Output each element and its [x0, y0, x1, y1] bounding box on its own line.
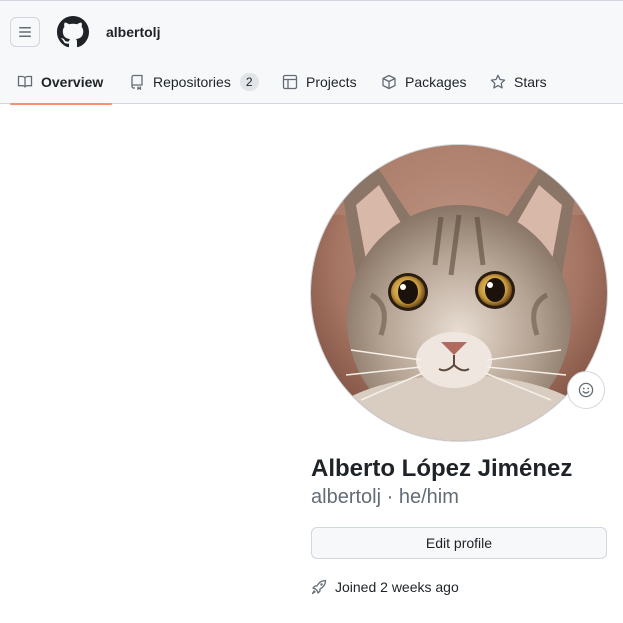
top-header: albertolj Overview Repositories 2 Projec…	[0, 0, 623, 105]
edit-profile-label: Edit profile	[425, 535, 493, 551]
active-tab-underline	[10, 103, 112, 105]
profile-tabs: Overview Repositories 2 Projects Package…	[0, 61, 623, 105]
package-icon	[382, 74, 396, 90]
tab-packages-label: Packages	[405, 74, 467, 90]
tab-overview[interactable]: Overview	[17, 61, 103, 103]
tab-packages[interactable]: Packages	[381, 61, 466, 103]
avatar[interactable]	[311, 145, 607, 441]
set-status-button[interactable]	[567, 371, 605, 409]
star-icon	[490, 74, 506, 89]
rocket-icon	[311, 579, 327, 595]
tab-repositories[interactable]: Repositories 2	[129, 61, 259, 103]
header-username[interactable]: albertolj	[106, 24, 160, 40]
profile-full-name: Alberto López Jiménez	[311, 455, 573, 482]
smiley-icon	[578, 382, 594, 398]
book-icon	[17, 75, 33, 88]
profile-login-line: albertolj · he/him	[311, 486, 459, 509]
tab-stars[interactable]: Stars	[490, 61, 547, 103]
tab-projects[interactable]: Projects	[282, 61, 357, 103]
profile-pronouns: he/him	[398, 486, 459, 508]
tab-stars-label: Stars	[514, 74, 547, 90]
tab-repositories-label: Repositories	[153, 74, 231, 90]
tab-overview-label: Overview	[41, 74, 104, 90]
profile-login: albertolj	[311, 486, 382, 508]
repo-icon	[131, 74, 143, 90]
menu-button[interactable]	[10, 17, 40, 47]
login-separator: ·	[386, 486, 394, 508]
joined-info: Joined 2 weeks ago	[311, 579, 459, 595]
table-icon	[282, 74, 298, 90]
avatar-cat-image	[311, 145, 607, 441]
github-mark-icon[interactable]	[57, 16, 89, 48]
edit-profile-button[interactable]: Edit profile	[311, 527, 607, 559]
hamburger-icon	[19, 27, 31, 37]
tab-projects-label: Projects	[306, 74, 357, 90]
repositories-count-badge: 2	[239, 73, 259, 91]
joined-text: Joined 2 weeks ago	[335, 579, 459, 595]
